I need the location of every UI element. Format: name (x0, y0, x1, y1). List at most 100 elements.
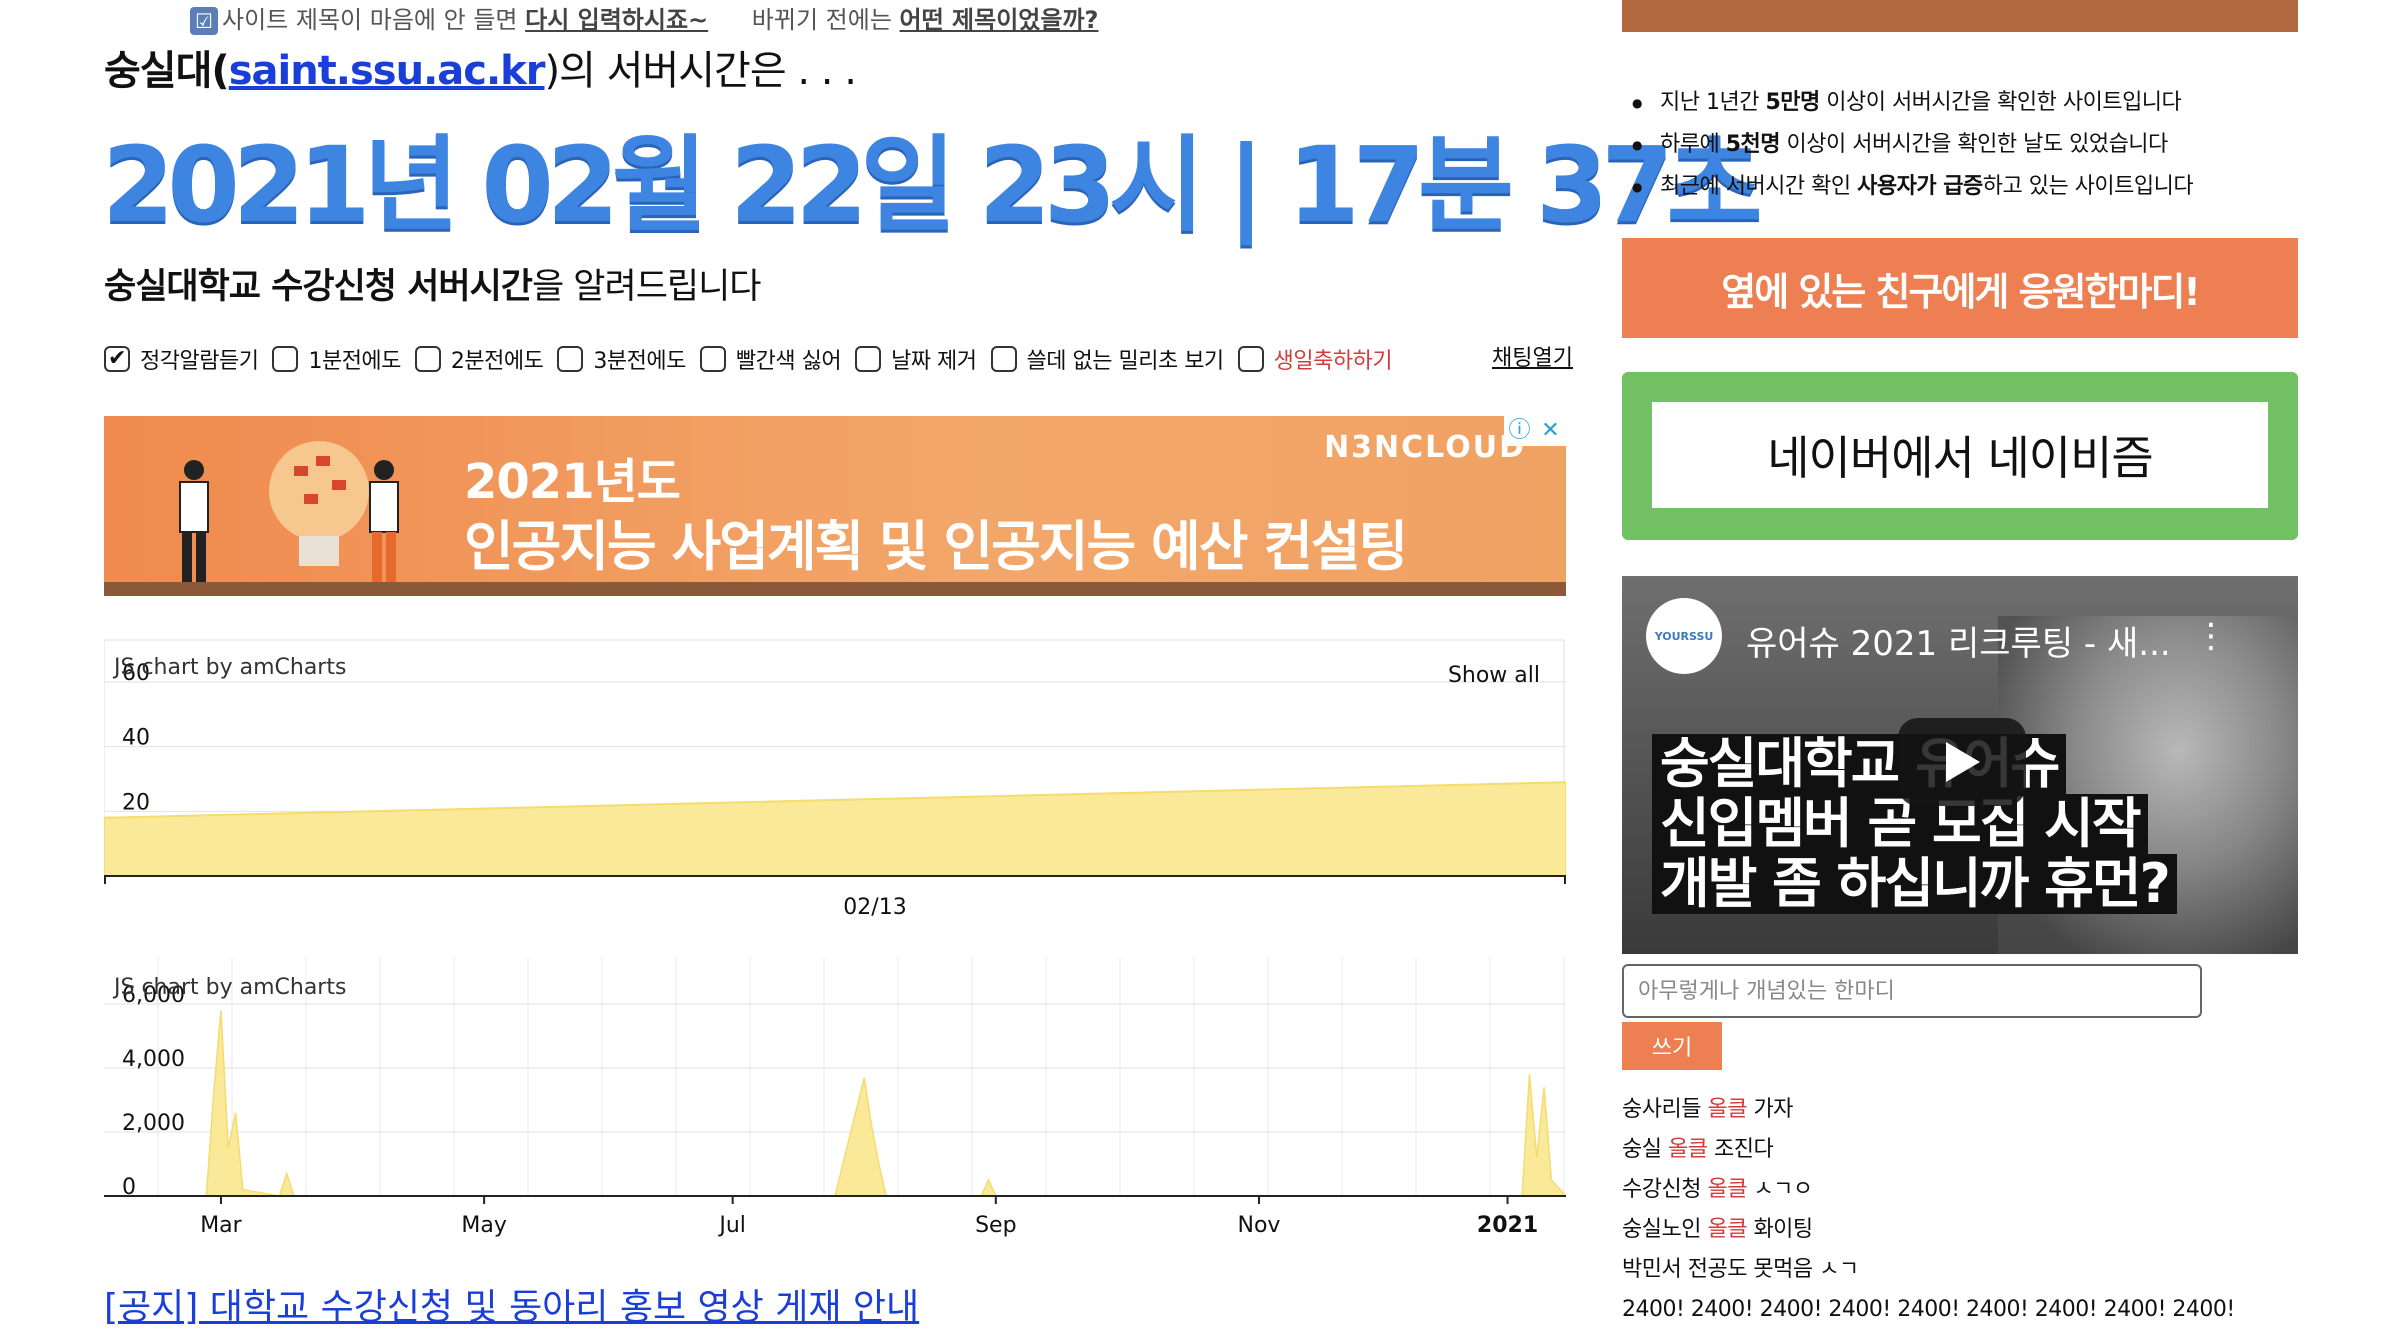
list-item: 숭사리들 올클 가자 (1622, 1090, 2235, 1130)
ad-banner[interactable]: 2021년도 인공지능 사업계획 및 인공지능 예산 컨설팅 N3NCLOUD … (104, 416, 1566, 596)
x-tick-label: Sep (975, 1213, 1016, 1238)
top-right-banner[interactable] (1622, 0, 2298, 32)
list-item: 숭실 올클 조진다 (1622, 1130, 2235, 1170)
chart-credit: JS chart by amCharts (112, 655, 346, 680)
hint-middle: 바뀌기 전에는 (751, 6, 892, 34)
naver-search-banner[interactable]: 네이버에서 네이비즘 (1622, 372, 2298, 540)
stat-bold: 사용자가 급증 (1857, 174, 1983, 199)
chart-credit: JS chart by amCharts (112, 975, 346, 1000)
stat-bold: 5천명 (1725, 132, 1781, 157)
open-chat-link[interactable]: 채팅열기 (1492, 340, 1573, 372)
chart-yearly: 0 2,000 4,000 6,000 Mar May Jul Sep Nov 2021 JS ch… (104, 958, 1568, 1248)
cheer-button[interactable]: 옆에 있는 친구에게 응원한마디! (1622, 238, 2298, 338)
play-icon (1946, 742, 1980, 782)
notice-link[interactable]: [공지] 대학교 수강신청 및 동아리 홍보 영상 게재 안내 (104, 1287, 919, 1328)
person-illustration-icon (179, 460, 209, 582)
comment-text: ㅅㄱㅇ (1746, 1177, 1813, 1202)
old-title-link[interactable]: 어떤 제목이었을까? (900, 6, 1099, 34)
comment-highlight: 올클 (1667, 1137, 1708, 1162)
paren-open: ( (211, 48, 229, 94)
y-tick-label: 20 (122, 790, 150, 815)
ad-title-main: 인공지능 사업계획 및 인공지능 예산 컨설팅 (464, 515, 1408, 578)
option-hourly-alarm[interactable]: ✔ 정각알람듣기 (104, 343, 259, 375)
comment-text: 2400! 2400! 2400! 2400! 2400! 2400! 2400… (1622, 1297, 2235, 1322)
video-caption-line: 개발 좀 하십니까 휴먼? (1652, 854, 2177, 914)
x-tick-label: Jul (717, 1213, 746, 1238)
notice: [공지] 대학교 수강신청 및 동아리 홍보 영상 게재 안내 (104, 1278, 919, 1330)
show-all-button[interactable]: Show all (1448, 663, 1540, 688)
stat-text: 이상이 서버시간을 확인한 날도 있었습니다 (1780, 132, 2168, 157)
retitle-link[interactable]: 다시 입력하시죠~ (525, 6, 708, 34)
option-remove-date[interactable]: 날짜 제거 (855, 343, 977, 375)
more-vert-icon[interactable]: ⋮ (2194, 616, 2228, 656)
area-series (103, 781, 1567, 877)
checkbox[interactable] (414, 346, 441, 372)
comment-text: 박민서 전공도 못먹음 ㅅㄱ (1622, 1257, 1859, 1282)
option-no-red[interactable]: 빨간색 싫어 (699, 343, 842, 375)
site-name: 숭실대 (104, 48, 212, 94)
play-button[interactable] (1898, 718, 2026, 806)
channel-avatar[interactable]: YOURSSU (1646, 598, 1722, 674)
comment-highlight: 올클 (1707, 1217, 1747, 1242)
ad-bottom-band (104, 582, 1566, 596)
checkbox[interactable] (557, 346, 584, 372)
stat-text: 지난 1년간 (1659, 90, 1766, 115)
comment-text: 조진다 (1707, 1137, 1774, 1162)
option-label: 빨간색 싫어 (735, 349, 842, 374)
chart-recent: 0204060JS chart by amChartsShow all02/13 (103, 636, 1567, 926)
edit-checkbox-icon[interactable]: ☑ (190, 7, 218, 35)
option-label: 정각알람듣기 (140, 349, 259, 374)
option-label: 날짜 제거 (891, 349, 977, 374)
checkbox[interactable] (855, 346, 882, 372)
option-3min-before[interactable]: 3분전에도 (557, 343, 686, 375)
checkbox[interactable] (990, 346, 1017, 372)
stat-text: 최근에 서버시간 확인 (1659, 174, 1858, 199)
x-tick-label: 02/13 (843, 895, 906, 920)
option-2min-before[interactable]: 2분전에도 (414, 343, 544, 375)
checkbox[interactable]: ✔ (104, 346, 130, 372)
y-tick-label: 2,000 (122, 1111, 185, 1136)
x-tick-label: 2021 (1477, 1213, 1538, 1238)
video-title[interactable]: 유어슈 2021 리크루팅 - 새... (1746, 616, 2171, 665)
list-item: 2400! 2400! 2400! 2400! 2400! 2400! 2400… (1622, 1290, 2235, 1330)
list-item: 수강신청 올클 ㅅㄱㅇ (1622, 1170, 2235, 1210)
chart-recent-svg: 0204060JS chart by amChartsShow all02/13 (103, 639, 1567, 920)
ad-choices: ⓘ ✕ (1504, 416, 1566, 446)
checkbox[interactable] (699, 346, 726, 372)
comment-text: 수강신청 (1622, 1177, 1708, 1202)
comment-text: 화이팅 (1746, 1217, 1813, 1242)
ad-info-icon[interactable]: ⓘ (1504, 416, 1535, 446)
option-label: 2분전에도 (450, 349, 544, 374)
option-show-ms[interactable]: 쓸데 없는 밀리초 보기 (990, 343, 1224, 375)
y-tick-label: 4,000 (122, 1047, 185, 1072)
x-tick-label: May (461, 1213, 506, 1238)
video-caption-line: 신입멤버 곧 모집 시작 (1652, 794, 2148, 854)
option-birthday[interactable]: 생일축하하기 (1237, 343, 1393, 375)
comment-input[interactable] (1622, 964, 2202, 1018)
checkbox[interactable] (272, 346, 299, 372)
comment-text: 숭실 (1622, 1137, 1668, 1162)
write-button[interactable]: 쓰기 (1622, 1022, 1722, 1070)
y-tick-label: 40 (122, 726, 150, 751)
title-hint-line: ☑ 사이트 제목이 마음에 안 들면 다시 입력하시죠~ 바뀌기 전에는 어떤 제… (190, 0, 1098, 35)
option-1min-before[interactable]: 1분전에도 (272, 343, 401, 375)
site-heading: 숭실대(saint.ssu.ac.kr)의 서버시간은 . . . (104, 38, 857, 96)
area-series (104, 1010, 1568, 1197)
site-url-link[interactable]: saint.ssu.ac.kr (229, 48, 546, 94)
option-label: 3분전에도 (593, 349, 686, 374)
options-row: ✔ 정각알람듣기 1분전에도 2분전에도 3분전에도 빨간색 싫어 날짜 제거 쓸… (104, 343, 1406, 375)
person-illustration-icon (369, 460, 399, 582)
video-embed[interactable]: YOURSSU 유어슈 2021 리크루팅 - 새... ⋮ 숭실대학교 유어슈… (1622, 576, 2298, 954)
list-item: 최근에 서버시간 확인 사용자가 급증하고 있는 사이트입니다 (1632, 166, 2194, 208)
comment-list: 숭사리들 올클 가자 숭실 올클 조진다 수강신청 올클 ㅅㄱㅇ 숭실노인 올클… (1622, 1090, 2235, 1330)
x-tick-label: Nov (1238, 1213, 1281, 1238)
checkbox[interactable] (1237, 346, 1264, 372)
subtitle-rest: 을 알려드립니다 (531, 267, 762, 307)
x-tick-label: Mar (200, 1213, 242, 1238)
stat-text: 하고 있는 사이트입니다 (1982, 174, 2194, 199)
comment-highlight: 올클 (1707, 1177, 1747, 1202)
site-heading-rest: )의 서버시간은 . . . (544, 48, 857, 94)
ad-close-icon[interactable]: ✕ (1535, 416, 1566, 446)
comment-text: 숭실노인 (1622, 1217, 1708, 1242)
list-item: 하루에 5천명 이상이 서버시간을 확인한 날도 있었습니다 (1632, 124, 2193, 166)
